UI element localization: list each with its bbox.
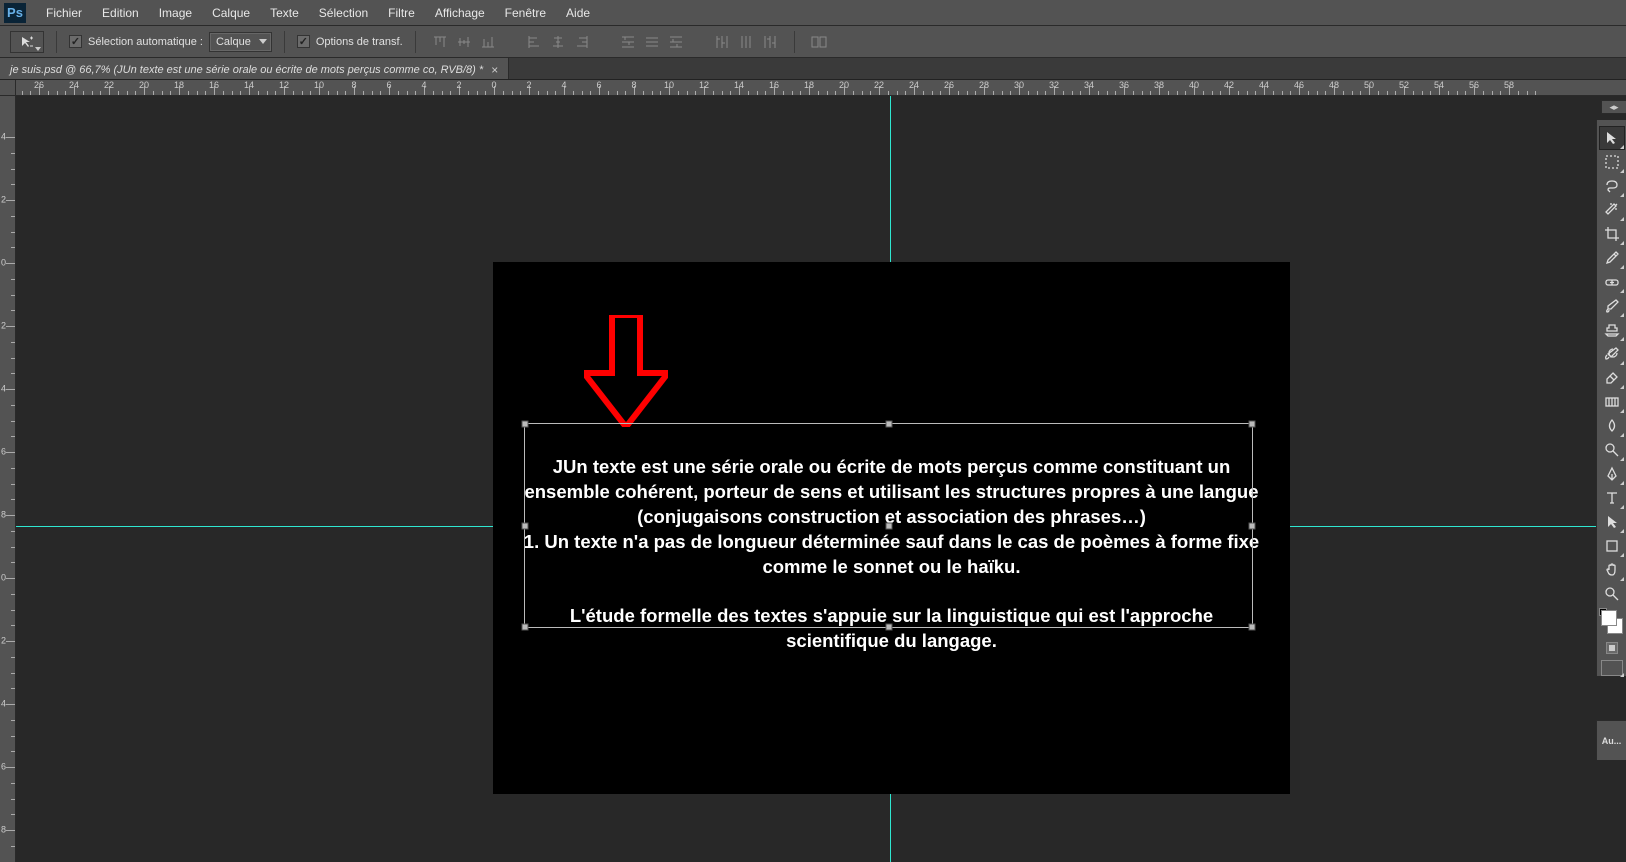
align-group-1	[428, 31, 500, 53]
distribute-top-icon[interactable]	[616, 31, 640, 53]
hand-tool[interactable]	[1599, 558, 1625, 582]
quick-mask-toggle[interactable]	[1606, 642, 1618, 654]
auto-select-label: Sélection automatique :	[88, 36, 203, 48]
auto-align-icon[interactable]	[807, 31, 831, 53]
distribute-right-icon[interactable]	[758, 31, 782, 53]
zoom-tool[interactable]	[1599, 582, 1625, 606]
canvas-text-layer[interactable]: JUn texte est une série orale ou écrite …	[522, 455, 1261, 654]
menu-filtre[interactable]: Filtre	[378, 0, 425, 26]
canvas-text-p1: JUn texte est une série orale ou écrite …	[522, 455, 1261, 530]
canvas-viewport[interactable]: JUn texte est une série orale ou écrite …	[16, 96, 1626, 862]
close-icon[interactable]: ×	[491, 63, 498, 77]
type-tool[interactable]	[1599, 486, 1625, 510]
document-tabs: je suis.psd @ 66,7% (JUn texte est une s…	[0, 58, 1626, 80]
document-tab-title: je suis.psd @ 66,7% (JUn texte est une s…	[10, 64, 483, 76]
workspace: 2826242220181614121086420246810121416182…	[0, 80, 1626, 862]
foreground-color-swatch[interactable]	[1601, 610, 1617, 626]
arrow-down-shape[interactable]	[584, 315, 668, 427]
blur-tool[interactable]	[1599, 414, 1625, 438]
gradient-tool[interactable]	[1599, 390, 1625, 414]
align-group-2	[522, 31, 594, 53]
shape-tool[interactable]	[1599, 534, 1625, 558]
distribute-group-2	[710, 31, 782, 53]
eraser-tool[interactable]	[1599, 366, 1625, 390]
menu-affichage[interactable]: Affichage	[425, 0, 495, 26]
document-canvas[interactable]: JUn texte est une série orale ou écrite …	[494, 263, 1289, 793]
menu-aide[interactable]: Aide	[556, 0, 600, 26]
dodge-tool[interactable]	[1599, 438, 1625, 462]
chevron-down-icon	[35, 47, 41, 51]
align-hcenter-icon[interactable]	[546, 31, 570, 53]
auto-select-checkbox[interactable]: ✓	[69, 35, 82, 48]
magic-wand-tool[interactable]	[1599, 198, 1625, 222]
align-top-icon[interactable]	[428, 31, 452, 53]
menu-image[interactable]: Image	[149, 0, 202, 26]
history-brush-tool[interactable]	[1599, 342, 1625, 366]
color-swatches[interactable]	[1599, 608, 1625, 636]
move-tool[interactable]	[1599, 126, 1625, 150]
ruler-horizontal[interactable]: 2826242220181614121086420246810121416182…	[16, 80, 1626, 96]
divider	[56, 31, 57, 53]
divider	[284, 31, 285, 53]
align-bottom-icon[interactable]	[476, 31, 500, 53]
pen-tool[interactable]	[1599, 462, 1625, 486]
options-bar: ✓ Sélection automatique : Calque ✓ Optio…	[0, 26, 1626, 58]
crop-tool[interactable]	[1599, 222, 1625, 246]
screen-mode-toggle[interactable]	[1601, 660, 1623, 676]
align-left-icon[interactable]	[522, 31, 546, 53]
clone-stamp-tool[interactable]	[1599, 318, 1625, 342]
menu-calque[interactable]: Calque	[202, 0, 260, 26]
transform-controls-label: Options de transf.	[316, 36, 403, 48]
ruler-vertical[interactable]: 4202468024680	[0, 96, 16, 862]
distribute-hcenter-icon[interactable]	[734, 31, 758, 53]
chevron-down-icon	[259, 39, 267, 44]
transform-controls-checkbox[interactable]: ✓	[297, 35, 310, 48]
path-selection-tool[interactable]	[1599, 510, 1625, 534]
lasso-tool[interactable]	[1599, 174, 1625, 198]
eyedropper-tool[interactable]	[1599, 246, 1625, 270]
distribute-bottom-icon[interactable]	[664, 31, 688, 53]
marquee-tool[interactable]	[1599, 150, 1625, 174]
menu-texte[interactable]: Texte	[260, 0, 309, 26]
collapse-panels-icon[interactable]: ◂▸	[1601, 100, 1626, 114]
divider	[415, 31, 416, 53]
menu-bar: Ps Fichier Edition Image Calque Texte Sé…	[0, 0, 1626, 26]
healing-brush-tool[interactable]	[1599, 270, 1625, 294]
distribute-vcenter-icon[interactable]	[640, 31, 664, 53]
distribute-left-icon[interactable]	[710, 31, 734, 53]
auto-select-type-value: Calque	[216, 36, 251, 48]
ruler-origin[interactable]	[0, 80, 16, 96]
auto-select-type-dropdown[interactable]: Calque	[209, 32, 272, 52]
canvas-text-p2: 1. Un texte n'a pas de longueur détermin…	[522, 530, 1261, 580]
menu-selection[interactable]: Sélection	[309, 0, 378, 26]
menu-fenetre[interactable]: Fenêtre	[495, 0, 556, 26]
align-right-icon[interactable]	[570, 31, 594, 53]
app-logo: Ps	[4, 3, 26, 23]
collapsed-panel-tab[interactable]: Au...	[1596, 720, 1626, 760]
align-vcenter-icon[interactable]	[452, 31, 476, 53]
brush-tool[interactable]	[1599, 294, 1625, 318]
document-tab[interactable]: je suis.psd @ 66,7% (JUn texte est une s…	[0, 58, 509, 79]
distribute-group-1	[616, 31, 688, 53]
tool-preset-picker[interactable]	[10, 31, 44, 53]
menu-edition[interactable]: Edition	[92, 0, 149, 26]
menu-fichier[interactable]: Fichier	[36, 0, 92, 26]
canvas-text-p3: L'étude formelle des textes s'appuie sur…	[522, 604, 1261, 654]
tools-panel	[1596, 120, 1626, 676]
divider	[794, 31, 795, 53]
